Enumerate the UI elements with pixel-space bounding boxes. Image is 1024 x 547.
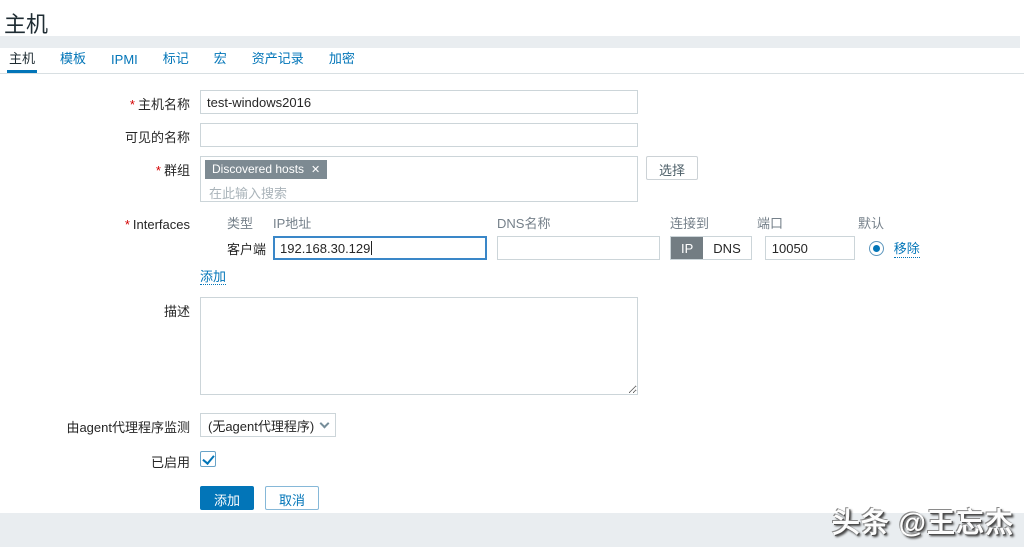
default-radio[interactable]	[869, 241, 884, 256]
chip-remove-icon[interactable]: ✕	[311, 163, 320, 176]
connect-dns-option[interactable]: DNS	[703, 237, 750, 259]
col-ip: IP地址	[273, 213, 487, 232]
tab-host[interactable]: 主机	[7, 44, 37, 73]
tab-tags[interactable]: 标记	[161, 44, 191, 73]
text-cursor	[371, 241, 372, 255]
row-proxy: 由agent代理程序监测 (无agent代理程序)	[0, 413, 1024, 437]
interface-type: 客户端	[227, 239, 273, 258]
col-connect-to: 连接到	[670, 213, 744, 232]
col-port: 端口	[757, 213, 847, 232]
add-button[interactable]: 添加	[200, 486, 254, 510]
tab-encryption[interactable]: 加密	[327, 44, 357, 73]
groups-select-button[interactable]: 选择	[646, 156, 698, 180]
chevron-down-icon	[320, 418, 330, 428]
group-chip-label: Discovered hosts	[212, 162, 304, 176]
host-form: *主机名称 可见的名称 *群组 Discovered hosts ✕	[0, 74, 1024, 510]
tab-inventory[interactable]: 资产记录	[250, 44, 306, 73]
visible-name-label: 可见的名称	[0, 123, 200, 147]
interfaces-header: 类型 IP地址 DNS名称 连接到 端口 默认	[200, 213, 920, 232]
host-name-input[interactable]	[200, 90, 638, 114]
cancel-button[interactable]: 取消	[265, 486, 319, 510]
groups-label: *群组	[0, 156, 200, 202]
host-name-label: *主机名称	[0, 90, 200, 114]
groups-search-placeholder[interactable]: 在此输入搜索	[205, 179, 633, 202]
watermark-text: 头条 @王忘杰	[832, 501, 1014, 541]
interface-ip-value: 192.168.30.129	[280, 241, 370, 256]
tab-bar: 主机 模板 IPMI 标记 宏 资产记录 加密	[0, 48, 1024, 74]
proxy-label: 由agent代理程序监测	[0, 413, 200, 437]
row-host-name: *主机名称	[0, 90, 1024, 114]
tab-templates[interactable]: 模板	[58, 44, 88, 73]
row-description: 描述	[0, 297, 1024, 395]
visible-name-input[interactable]	[200, 123, 638, 147]
row-enabled: 已启用	[0, 449, 1024, 471]
group-chip: Discovered hosts ✕	[205, 160, 327, 179]
required-mark: *	[125, 217, 130, 232]
header-band	[0, 36, 1020, 48]
groups-multiselect[interactable]: Discovered hosts ✕ 在此输入搜索	[200, 156, 638, 202]
connect-ip-option[interactable]: IP	[671, 237, 703, 259]
col-dns: DNS名称	[497, 213, 660, 232]
col-default: 默认	[858, 217, 888, 232]
interface-remove-link[interactable]: 移除	[894, 238, 920, 258]
tab-ipmi[interactable]: IPMI	[109, 48, 140, 73]
page-title: 主机	[0, 0, 1024, 36]
row-groups: *群组 Discovered hosts ✕ 在此输入搜索 选择	[0, 156, 1024, 202]
connect-to-toggle: IP DNS	[670, 236, 752, 260]
proxy-select[interactable]: (无agent代理程序)	[200, 413, 336, 437]
interface-port-input[interactable]	[765, 236, 855, 260]
description-label: 描述	[0, 297, 200, 395]
interface-ip-input[interactable]: 192.168.30.129	[273, 236, 487, 260]
radio-dot	[873, 245, 880, 252]
required-mark: *	[130, 97, 135, 112]
enabled-checkbox[interactable]	[200, 451, 216, 467]
required-mark: *	[156, 163, 161, 178]
row-visible-name: 可见的名称	[0, 123, 1024, 147]
col-type: 类型	[227, 213, 273, 232]
description-textarea[interactable]	[200, 297, 638, 395]
tab-macros[interactable]: 宏	[212, 44, 229, 73]
host-config-page: 主机 主机 模板 IPMI 标记 宏 资产记录 加密 *主机名称 可见的名称	[0, 0, 1024, 547]
enabled-label: 已启用	[0, 449, 200, 471]
interface-row: 客户端 192.168.30.129 IP DNS 移除	[200, 236, 920, 260]
row-interfaces: *Interfaces 类型 IP地址 DNS名称 连接到 端口 默认 客户端 …	[0, 213, 1024, 297]
interfaces-label: *Interfaces	[0, 213, 200, 297]
interface-add-link[interactable]: 添加	[200, 269, 226, 285]
interface-dns-input[interactable]	[497, 236, 660, 260]
proxy-selected-value: (无agent代理程序)	[208, 416, 314, 435]
